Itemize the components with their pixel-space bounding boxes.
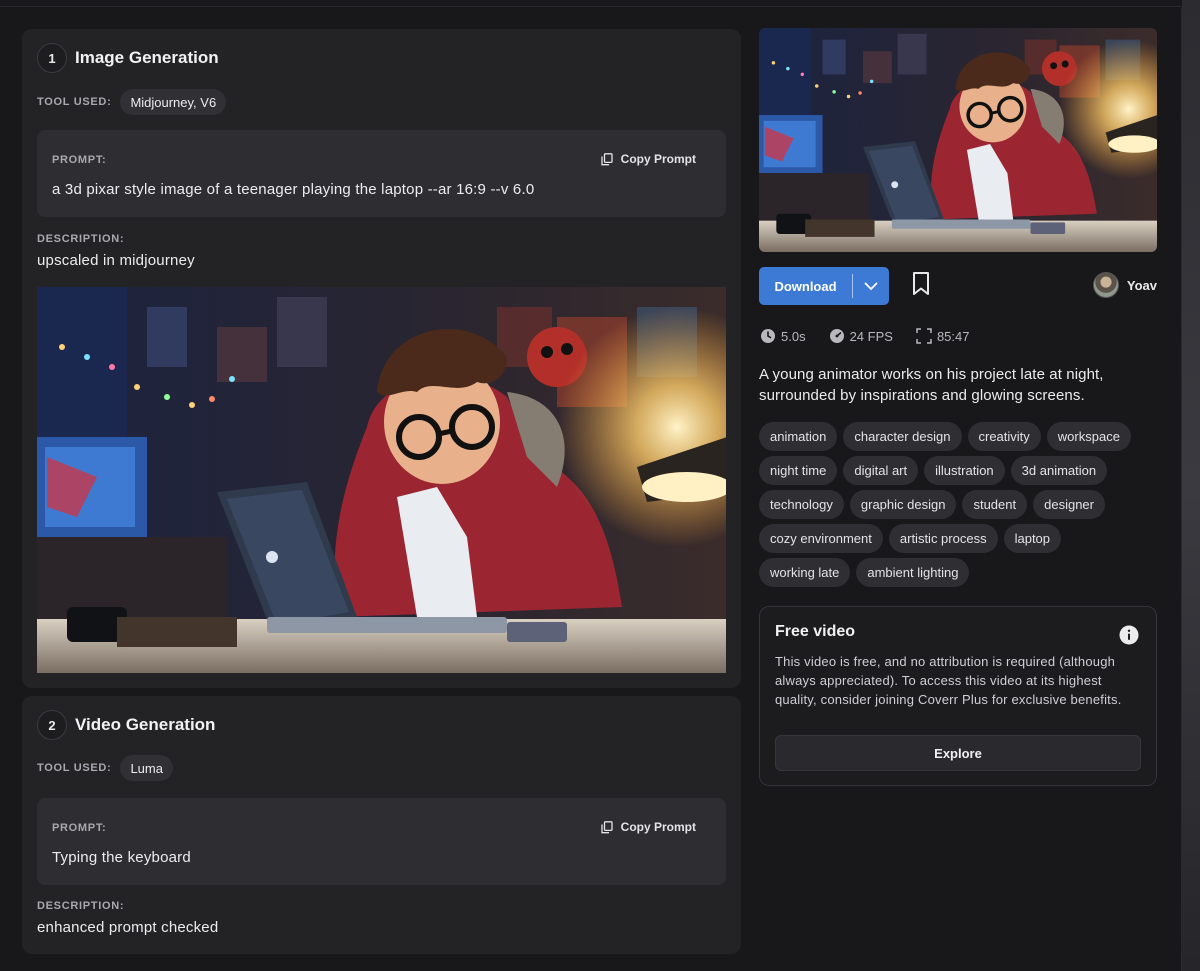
free-video-text: This video is free, and no attribution i… xyxy=(775,654,1122,707)
description-label: DESCRIPTION: xyxy=(37,233,125,245)
prompt-box: PROMPT: a 3d pixar style image of a teen… xyxy=(37,130,726,217)
tool-used-row: TOOL USED: Midjourney, V6 xyxy=(37,89,227,115)
video-preview[interactable] xyxy=(759,28,1157,252)
copy-icon xyxy=(601,820,613,833)
tag-chip[interactable]: character design xyxy=(843,422,962,451)
download-button[interactable]: Download xyxy=(759,267,889,305)
tool-used-label: TOOL USED: xyxy=(37,96,112,108)
step-number: 2 xyxy=(37,710,67,740)
video-summary: A young animator works on his project la… xyxy=(759,366,1104,404)
tag-chip[interactable]: ambient lighting xyxy=(856,558,970,587)
copy-icon xyxy=(601,152,613,165)
step-title: Video Generation xyxy=(75,715,216,734)
tag-list: animation character design creativity works… xyxy=(759,422,1163,592)
tag-chip[interactable]: night time xyxy=(759,456,838,485)
tool-used-row: TOOL USED: Luma xyxy=(37,755,173,781)
free-video-card: Free video This video is free, and no at… xyxy=(759,606,1157,786)
clock-icon xyxy=(761,329,775,343)
tag-chip[interactable]: artistic process xyxy=(888,524,998,553)
bookmark-icon xyxy=(913,272,929,295)
step-number: 1 xyxy=(37,43,67,73)
fps-value: 24 FPS xyxy=(849,328,893,344)
frame-rate: 24 FPS xyxy=(829,328,893,344)
tag-chip[interactable]: animation xyxy=(759,422,838,451)
author-name: Yoav xyxy=(1126,277,1157,293)
free-video-title: Free video xyxy=(775,623,856,640)
explore-button[interactable]: Explore xyxy=(775,735,1141,771)
chevron-down-icon xyxy=(864,282,878,290)
tag-chip[interactable]: digital art xyxy=(843,456,919,485)
prompt-label: PROMPT: xyxy=(52,154,107,166)
copy-prompt-label: Copy Prompt xyxy=(620,820,696,834)
copy-prompt-button[interactable]: Copy Prompt xyxy=(601,820,696,834)
step-title: Image Generation xyxy=(75,48,219,67)
step-header: 2 Video Generation xyxy=(37,710,215,740)
aspect-ratio-icon xyxy=(916,328,932,344)
prompt-box: PROMPT: Typing the keyboard Copy Prompt xyxy=(37,798,726,885)
step-card-video-generation: 2 Video Generation TOOL USED: Luma PROMP… xyxy=(22,696,741,954)
download-options-button[interactable] xyxy=(853,282,889,291)
info-icon[interactable] xyxy=(1119,625,1139,645)
tag-chip[interactable]: workspace xyxy=(1046,422,1131,451)
tag-chip[interactable]: laptop xyxy=(1003,524,1062,553)
tag-chip[interactable]: designer xyxy=(1033,490,1105,519)
tag-chip[interactable]: cozy environment xyxy=(759,524,883,553)
copy-prompt-label: Copy Prompt xyxy=(620,152,696,166)
tag-chip[interactable]: working late xyxy=(759,558,851,587)
tag-chip[interactable]: illustration xyxy=(924,456,1005,485)
prompt-label: PROMPT: xyxy=(52,822,107,834)
tool-used-label: TOOL USED: xyxy=(37,762,112,774)
description-text: upscaled in midjourney xyxy=(37,252,195,269)
tag-chip[interactable]: 3d animation xyxy=(1010,456,1108,485)
tool-chip[interactable]: Midjourney, V6 xyxy=(120,89,227,115)
duration-value: 5.0s xyxy=(781,328,806,344)
aspect-ratio: 85:47 xyxy=(916,328,970,344)
step-card-image-generation: 1 Image Generation TOOL USED: Midjourney… xyxy=(22,29,741,688)
tag-chip[interactable]: technology xyxy=(759,490,844,519)
description-label: DESCRIPTION: xyxy=(37,900,125,912)
step-header: 1 Image Generation xyxy=(37,43,219,73)
aspect-value: 85:47 xyxy=(936,328,970,344)
copy-prompt-button[interactable]: Copy Prompt xyxy=(601,152,696,166)
tag-chip[interactable]: creativity xyxy=(967,422,1041,451)
bookmark-button[interactable] xyxy=(910,271,932,302)
tag-chip[interactable]: student xyxy=(962,490,1028,519)
tag-chip[interactable]: graphic design xyxy=(849,490,957,519)
description-text: enhanced prompt checked xyxy=(37,919,219,936)
tool-chip[interactable]: Luma xyxy=(120,755,173,781)
window-edge xyxy=(1182,0,1200,971)
prompt-text: a 3d pixar style image of a teenager pla… xyxy=(52,181,535,198)
top-bar xyxy=(0,0,1182,7)
gauge-icon xyxy=(829,329,844,343)
author-link[interactable]: Yoav xyxy=(1092,272,1157,298)
avatar xyxy=(1092,272,1119,298)
generated-image xyxy=(37,287,726,673)
prompt-text: Typing the keyboard xyxy=(52,849,191,866)
download-label: Download xyxy=(774,278,837,294)
video-meta: 5.0s 24 FPS 85:47 xyxy=(760,328,992,344)
duration: 5.0s xyxy=(760,328,806,344)
